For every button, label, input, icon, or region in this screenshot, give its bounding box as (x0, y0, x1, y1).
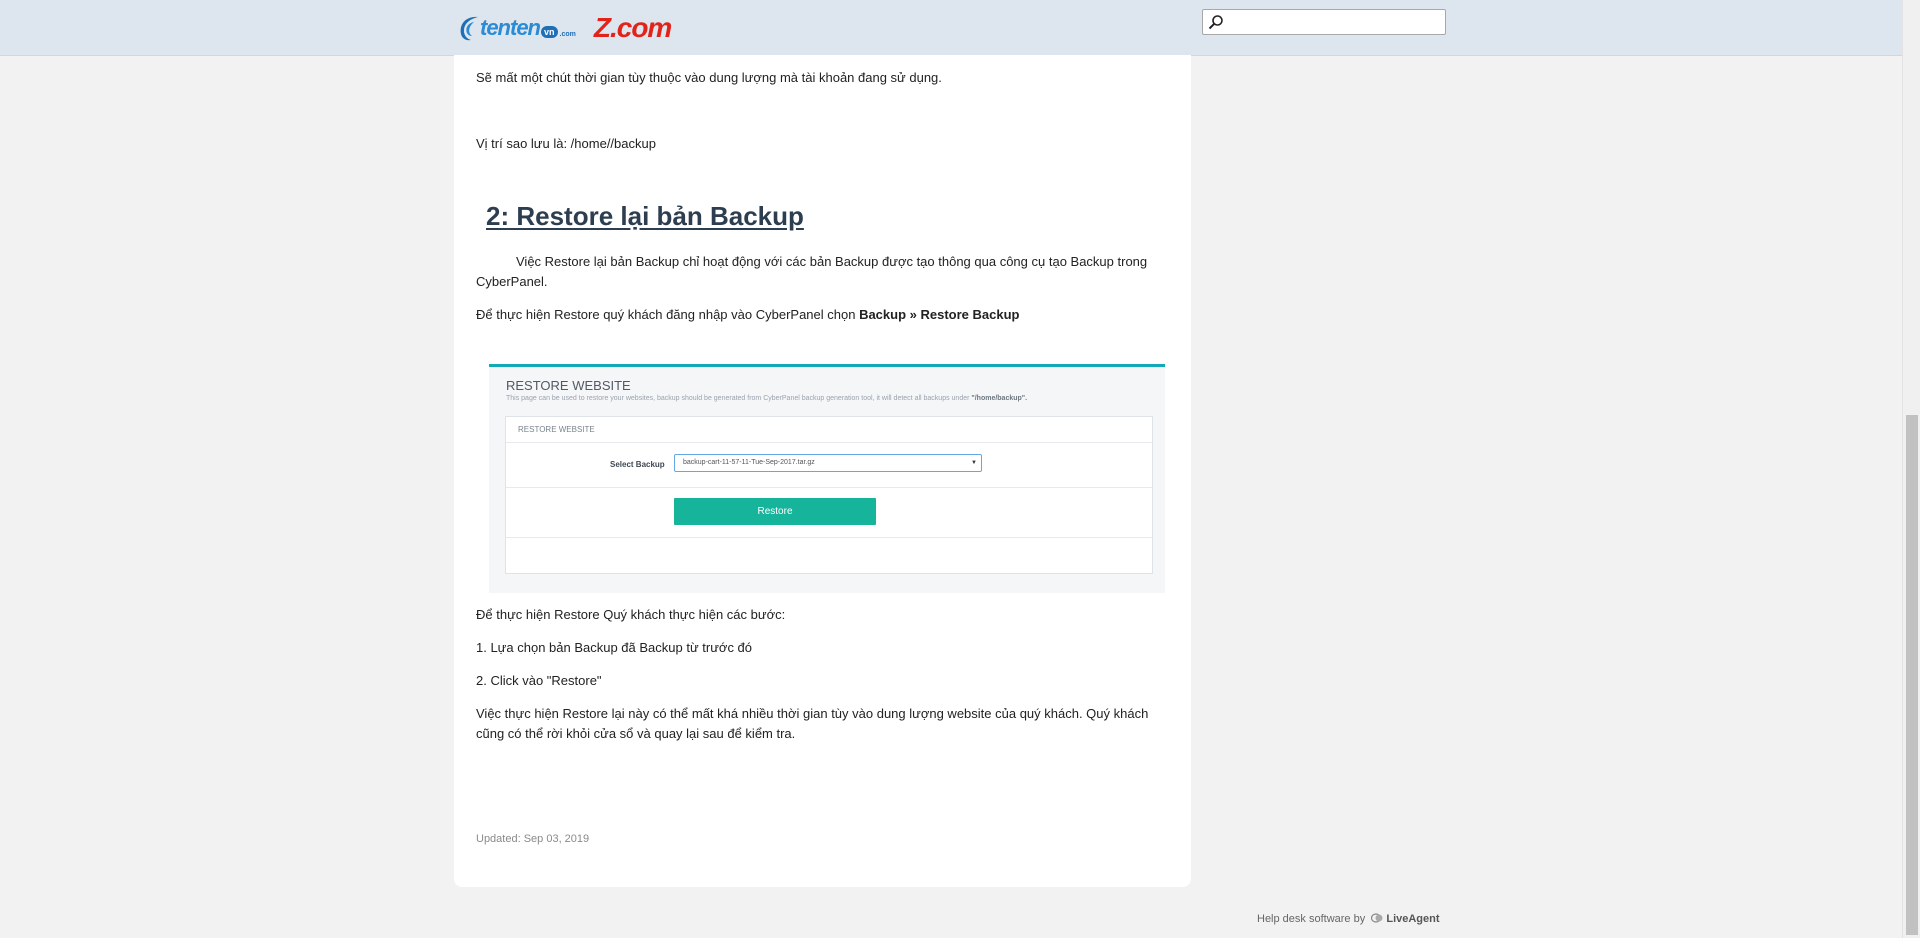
screenshot-select-label: Select Backup (610, 460, 665, 469)
text-step-1: 1. Lựa chọn bản Backup đã Backup từ trướ… (476, 640, 753, 655)
updated-date: Updated: Sep 03, 2019 (476, 833, 590, 845)
site-logo[interactable]: tenten vn .com Z.com (456, 11, 672, 45)
section-heading-restore: 2: Restore lại bản Backup (486, 201, 804, 231)
search-icon[interactable] (1208, 14, 1224, 30)
paragraph-login-text: Để thực hiện Restore quý khách đăng nhập… (476, 307, 860, 322)
zcom-logo[interactable]: Z.com (594, 12, 672, 44)
liveagent-logo-icon (1371, 913, 1383, 923)
page-scrollbar[interactable] (1902, 0, 1920, 938)
paragraph-restore-intro-text: Việc Restore lại bản Backup chỉ hoạt độn… (476, 254, 1148, 289)
dropdown-arrow-icon: ▼ (971, 460, 977, 466)
paragraph-restore-intro: Việc Restore lại bản Backup chỉ hoạt độn… (476, 252, 1176, 292)
scrollbar-thumb[interactable] (1906, 415, 1918, 935)
paragraph-final-note: Việc thực hiện Restore lại này có thể mấ… (476, 706, 1149, 741)
screenshot-select-value: backup-cart-11-57-11-Tue-Sep-2017.tar.gz (683, 459, 815, 466)
text-backup-time: Sẽ mất một chút thời gian tùy thuộc vào … (476, 70, 942, 85)
restore-website-screenshot: RESTORE WEBSITE This page can be used to… (489, 364, 1165, 593)
paragraph-login: Để thực hiện Restore quý khách đăng nhập… (476, 305, 1176, 325)
screenshot-restore-button: Restore (674, 498, 876, 525)
text-step-2: 2. Click vào "Restore" (476, 673, 602, 688)
screenshot-panel: RESTORE WEBSITE Select Backup backup-car… (505, 416, 1153, 574)
screenshot-description: This page can be used to restore your we… (506, 395, 1027, 402)
tenten-logo[interactable]: tenten vn .com (456, 14, 576, 42)
text-backup-location: Vị trí sao lưu là: /home//backup (476, 136, 656, 151)
tenten-tld: .com (559, 30, 576, 38)
screenshot-description-text: This page can be used to restore your we… (506, 395, 970, 402)
screenshot-description-path: "/home/backup". (971, 395, 1028, 402)
tenten-wordmark: tenten (480, 15, 541, 40)
top-header: tenten vn .com Z.com (0, 0, 1902, 56)
screenshot-panel-header: RESTORE WEBSITE (506, 417, 1152, 443)
screenshot-button-row: Restore (506, 487, 1152, 538)
article-card: Sẽ mất một chút thời gian tùy thuộc vào … (454, 55, 1191, 887)
screenshot-backup-select: backup-cart-11-57-11-Tue-Sep-2017.tar.gz… (674, 454, 982, 472)
tenten-swirl-icon (460, 16, 478, 41)
text-steps-intro: Để thực hiện Restore Quý khách thực hiện… (476, 607, 786, 622)
search-box[interactable] (1202, 9, 1446, 35)
liveagent-link[interactable]: LiveAgent (1386, 913, 1439, 925)
screenshot-accent-line (489, 364, 1165, 367)
menu-path-restore-backup: Backup » Restore Backup (859, 307, 1020, 322)
screenshot-select-row: Select Backup backup-cart-11-57-11-Tue-S… (506, 443, 1152, 488)
screenshot-title: RESTORE WEBSITE (506, 378, 631, 393)
powered-by-text: Help desk software by (1257, 913, 1366, 925)
tenten-vn-badge: vn (541, 26, 558, 38)
powered-by[interactable]: Help desk software by LiveAgent (1257, 913, 1440, 925)
search-input[interactable] (1227, 12, 1443, 34)
